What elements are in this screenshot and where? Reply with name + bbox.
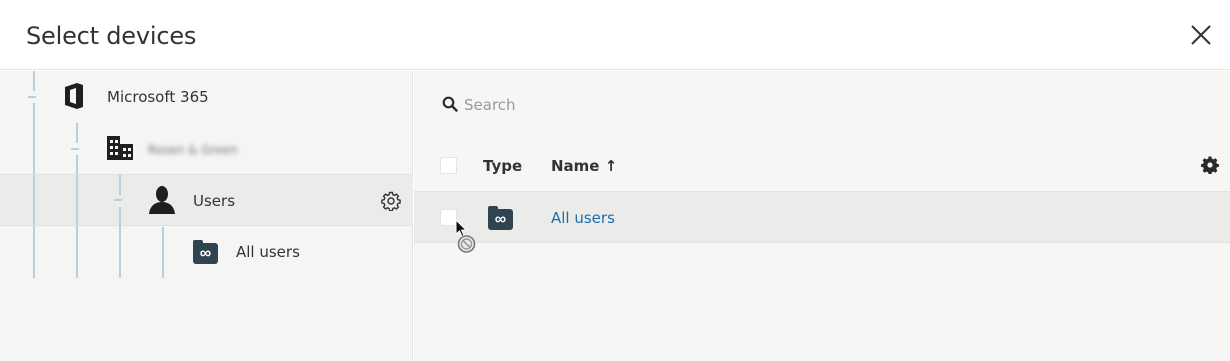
select-all-checkbox[interactable] <box>440 157 457 174</box>
tree-guide-line <box>33 175 35 225</box>
close-icon[interactable] <box>1188 22 1214 48</box>
column-header-name[interactable]: Name ↑ <box>551 157 617 175</box>
user-icon <box>148 185 176 220</box>
tree-guide-line <box>119 175 121 195</box>
gear-icon[interactable] <box>1201 156 1219 179</box>
tree-item-users[interactable]: Users <box>0 174 413 226</box>
all-users-group-icon: ∞ <box>488 206 513 230</box>
dialog-title: Select devices <box>26 22 197 50</box>
tree-item-all-users[interactable]: ∞ All users <box>0 226 413 278</box>
tree-connector <box>114 199 122 201</box>
dialog-header: Select devices <box>0 0 1230 70</box>
tree-item-label: Rosen & Green <box>148 143 238 157</box>
column-header-type[interactable]: Type <box>483 157 522 175</box>
table-row[interactable]: ∞ All users <box>414 191 1230 243</box>
office-365-icon <box>62 82 84 115</box>
tree-item-label: All users <box>236 243 300 261</box>
cursor-not-allowed-icon <box>455 218 479 260</box>
tree-guide-line <box>76 175 78 225</box>
tree-item-microsoft-365[interactable]: Microsoft 365 <box>0 71 413 123</box>
all-users-group-icon: ∞ <box>193 240 218 264</box>
gear-icon[interactable] <box>381 191 401 216</box>
search-icon <box>442 96 458 117</box>
building-icon <box>106 135 134 166</box>
row-name-link[interactable]: All users <box>551 209 615 227</box>
search-input[interactable] <box>464 94 764 116</box>
tree-item-label: Users <box>193 192 236 210</box>
tree-item-organization[interactable]: Rosen & Green <box>0 123 413 175</box>
tree-item-label: Microsoft 365 <box>107 88 209 106</box>
